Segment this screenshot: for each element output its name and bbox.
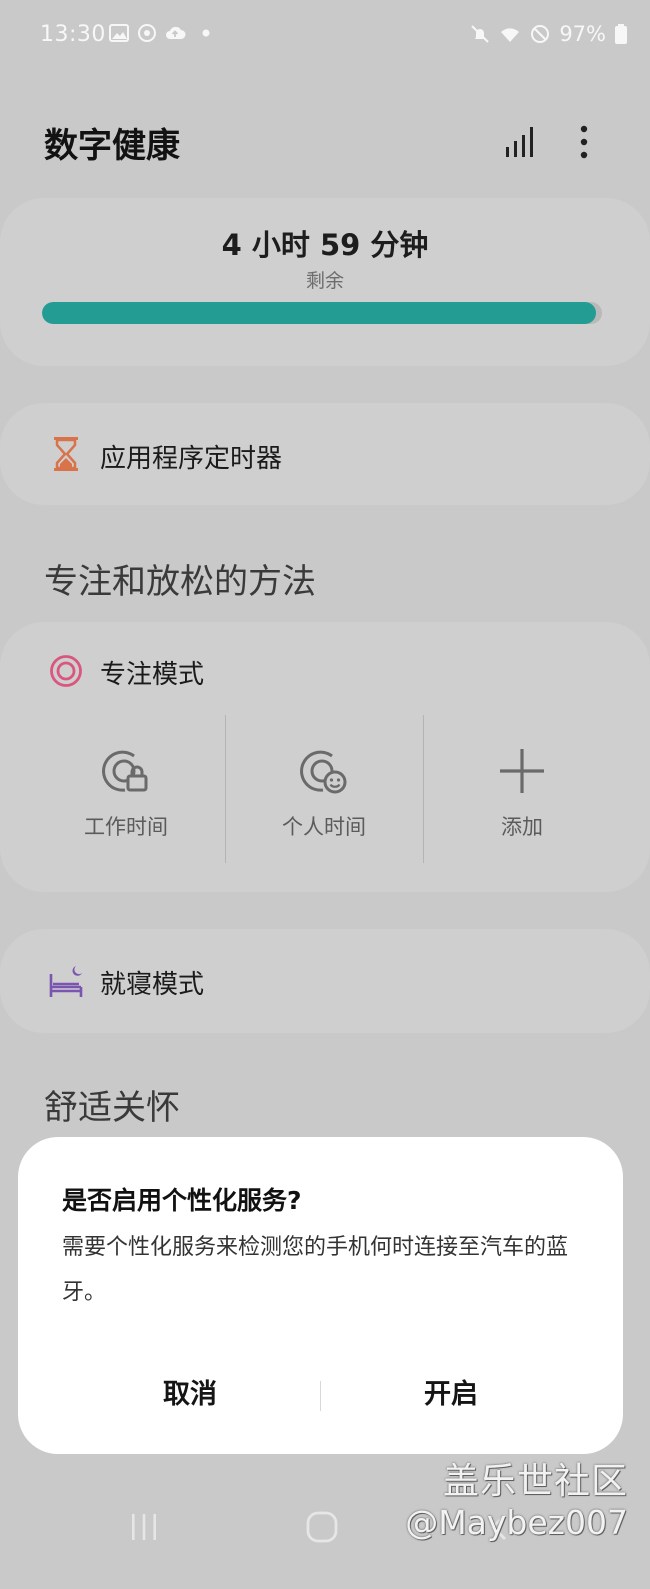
personalization-dialog: 是否启用个性化服务? 需要个性化服务来检测您的手机何时连接至汽车的蓝牙。 取消 …	[18, 1137, 623, 1454]
section-title-wellbeing: 舒适关怀	[44, 1088, 180, 1128]
app-timer-item[interactable]: 应用程序定时器	[0, 403, 650, 505]
sync-icon	[138, 24, 156, 42]
no-sim-icon	[531, 25, 550, 43]
page-title: 数字健康	[44, 126, 180, 166]
work-time-icon	[102, 750, 148, 792]
bar-chart-icon	[506, 127, 533, 157]
cloud-upload-icon	[166, 26, 186, 39]
cancel-button[interactable]: 取消	[60, 1359, 320, 1423]
status-time: 13:30	[40, 22, 106, 47]
focus-item-add[interactable]: 添加	[424, 715, 620, 865]
hourglass-icon	[46, 434, 86, 474]
more-vertical-icon	[580, 125, 588, 159]
battery-icon	[615, 24, 627, 44]
plus-icon	[500, 749, 544, 793]
remaining-time: 4 小时 59 分钟	[221, 228, 429, 262]
personal-time-icon	[300, 750, 347, 794]
focus-item-personal-time[interactable]: 个人时间	[226, 715, 422, 865]
dialog-message: 需要个性化服务来检测您的手机何时连接至汽车的蓝牙。	[62, 1235, 569, 1305]
notification-dot-icon	[202, 29, 210, 37]
recents-icon	[132, 1514, 156, 1540]
watermark-user: @Maybez007	[405, 1503, 628, 1542]
bedtime-mode-item[interactable]: 就寝模式	[0, 929, 650, 1033]
app-timer-label: 应用程序定时器	[100, 444, 283, 474]
enable-button[interactable]: 开启	[321, 1359, 581, 1423]
wifi-icon	[501, 28, 520, 42]
watermark-community: 盖乐世社区	[442, 1461, 628, 1502]
work-time-label: 工作时间	[84, 815, 168, 839]
bed-moon-icon	[46, 961, 86, 1001]
recent-apps-button[interactable]	[114, 1505, 174, 1549]
screen-time-card[interactable]: 4 小时 59 分钟 剩余	[0, 198, 650, 366]
status-bar: 13:30 97%	[0, 0, 650, 72]
personal-time-label: 个人时间	[282, 815, 366, 839]
screen-time-progress-bar	[42, 302, 602, 324]
focus-mode-label[interactable]: 专注模式	[100, 654, 204, 691]
focus-mode-card: 专注模式 工作时间 个人时间 添加	[0, 622, 650, 892]
home-icon	[306, 1511, 338, 1543]
progress-fill	[42, 302, 597, 324]
focus-target-icon	[46, 651, 86, 691]
home-button[interactable]	[292, 1505, 352, 1549]
bedtime-mode-label: 就寝模式	[100, 970, 205, 1000]
remaining-label: 剩余	[305, 270, 344, 292]
more-options-button[interactable]	[562, 120, 606, 164]
focus-item-work-time[interactable]: 工作时间	[28, 715, 224, 865]
add-label: 添加	[501, 815, 543, 839]
mute-icon	[471, 25, 490, 43]
section-title-focus: 专注和放松的方法	[44, 562, 316, 602]
usage-stats-button[interactable]	[497, 120, 541, 164]
gallery-icon	[109, 24, 129, 42]
battery-percentage: 97%	[559, 22, 606, 46]
dialog-title: 是否启用个性化服务?	[62, 1186, 302, 1215]
